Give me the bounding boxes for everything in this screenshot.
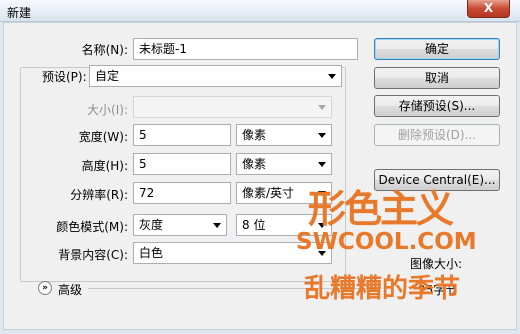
width-unit-select[interactable]: 像素 xyxy=(236,124,332,146)
background-value: 白色 xyxy=(139,246,164,260)
title-bar xyxy=(0,0,520,22)
height-unit-value: 像素 xyxy=(242,157,267,171)
advanced-toggle[interactable]: 高级 xyxy=(58,281,82,298)
size-label: 大小(I): xyxy=(87,103,128,117)
width-unit-value: 像素 xyxy=(242,128,267,142)
preset-select-value: 自定 xyxy=(95,69,120,83)
name-label: 名称(N): xyxy=(81,43,128,57)
ok-button[interactable]: 确定 xyxy=(374,38,500,60)
preset-label: 预设(P): xyxy=(40,68,89,85)
color-mode-label: 颜色模式(M): xyxy=(56,220,128,234)
cancel-button[interactable]: 取消 xyxy=(374,67,500,89)
delete-preset-button: 删除预设(D)... xyxy=(374,124,500,146)
width-field[interactable]: 5 xyxy=(133,124,231,146)
double-chevron-down-icon[interactable]: » xyxy=(38,281,52,295)
height-label: 高度(H): xyxy=(81,159,128,173)
color-mode-select[interactable]: 灰度 xyxy=(133,214,227,236)
bit-depth-value: 8 位 xyxy=(242,218,266,232)
color-mode-value: 灰度 xyxy=(139,218,164,232)
window-title: 新建 xyxy=(7,6,32,20)
close-button[interactable]: X xyxy=(467,0,510,18)
preset-select[interactable]: 自定 xyxy=(89,65,342,87)
background-label: 背景内容(C): xyxy=(58,248,128,262)
watermark-caption: 乱糟糟的季节 xyxy=(304,274,461,304)
chevron-down-icon xyxy=(318,162,326,167)
watermark-logo: 形色主义 xyxy=(308,187,454,231)
resolution-unit-value: 像素/英寸 xyxy=(242,186,295,200)
resolution-label: 分辨率(R): xyxy=(70,188,128,202)
height-unit-select[interactable]: 像素 xyxy=(236,153,332,175)
size-select xyxy=(133,96,332,118)
name-field[interactable]: 未标题-1 xyxy=(133,38,358,60)
chevron-down-icon xyxy=(213,223,221,228)
resolution-field[interactable]: 72 xyxy=(133,182,231,204)
height-field[interactable]: 5 xyxy=(133,153,231,175)
chevron-down-icon xyxy=(328,74,336,79)
chevron-down-icon xyxy=(318,133,326,138)
save-preset-button[interactable]: 存储预设(S)... xyxy=(374,95,500,117)
width-label: 宽度(W): xyxy=(78,130,128,144)
watermark-site: SWCOOL.COM xyxy=(296,229,477,255)
chevron-down-icon xyxy=(318,105,326,110)
